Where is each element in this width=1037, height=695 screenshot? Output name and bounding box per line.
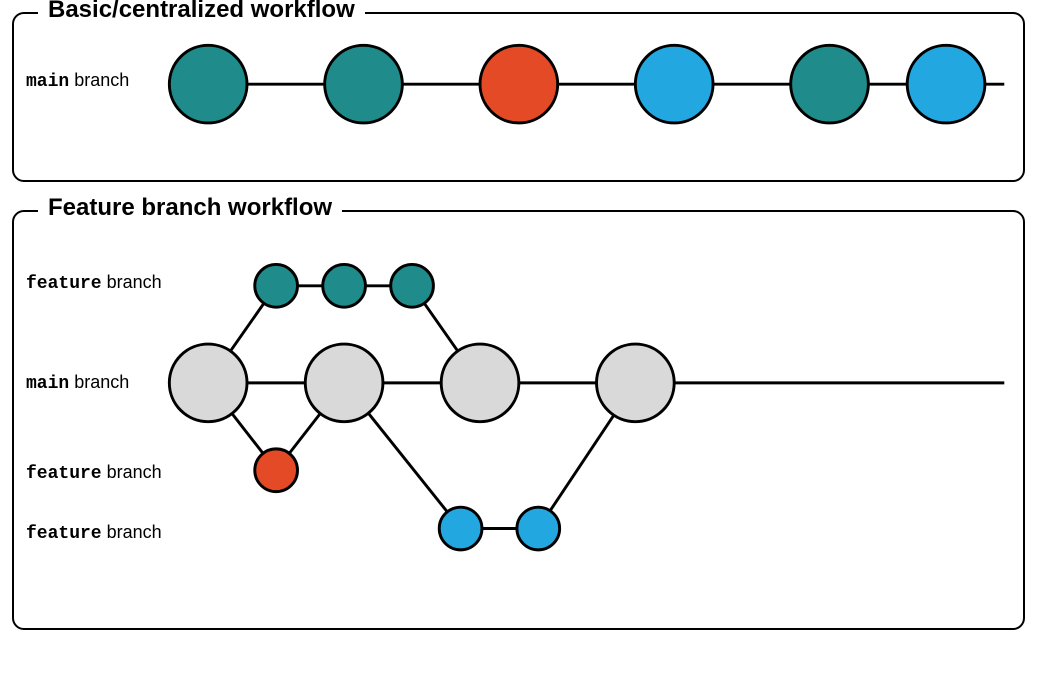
commit-node	[441, 344, 519, 422]
commit-node	[255, 264, 298, 307]
commit-node	[907, 45, 985, 123]
commit-node	[169, 45, 247, 123]
basic-workflow-panel: Basic/centralized workflow main branch	[12, 12, 1025, 182]
commit-node	[305, 344, 383, 422]
commit-node	[169, 344, 247, 422]
panel-title-feature: Feature branch workflow	[38, 194, 342, 222]
commit-node	[480, 45, 558, 123]
commit-node	[439, 507, 482, 550]
commit-node	[325, 45, 403, 123]
commit-node	[517, 507, 560, 550]
commit-node	[635, 45, 713, 123]
feature-workflow-panel: Feature branch workflow feature branch m…	[12, 210, 1025, 630]
commit-node	[255, 449, 298, 492]
panel-title-basic: Basic/centralized workflow	[38, 0, 365, 24]
basic-workflow-svg	[14, 24, 1014, 154]
feature-workflow-svg	[14, 222, 1014, 602]
commit-node	[391, 264, 434, 307]
commit-node	[791, 45, 869, 123]
commit-node	[597, 344, 675, 422]
commit-node	[323, 264, 366, 307]
